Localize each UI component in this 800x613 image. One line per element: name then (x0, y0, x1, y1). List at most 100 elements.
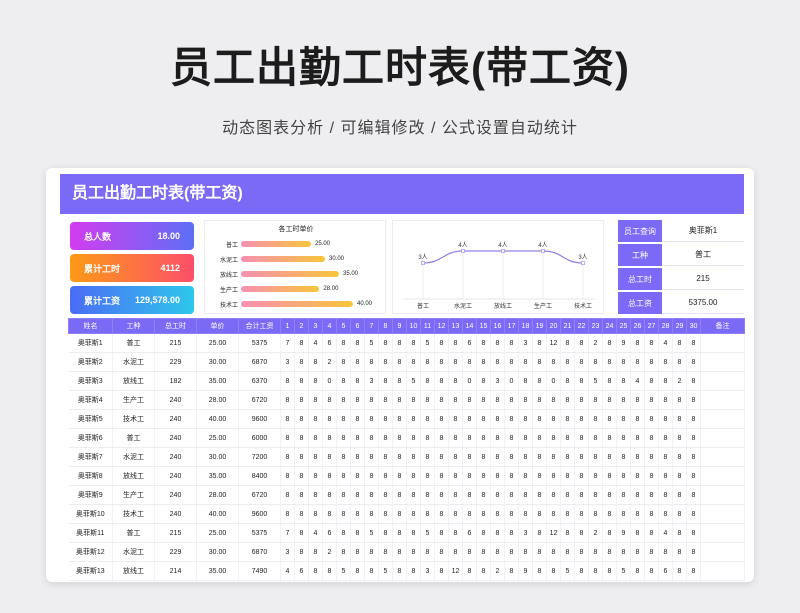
table-cell[interactable]: 8 (630, 504, 645, 524)
table-cell[interactable]: 8 (588, 390, 603, 410)
table-cell[interactable] (700, 333, 745, 353)
table-cell[interactable]: 8 (616, 428, 631, 448)
table-cell[interactable]: 8 (434, 447, 449, 467)
table-cell[interactable]: 8 (490, 409, 505, 429)
table-cell[interactable]: 8 (434, 485, 449, 505)
table-cell[interactable] (700, 371, 745, 391)
table-cell[interactable]: 3 (280, 542, 295, 562)
table-cell[interactable]: 8 (378, 390, 393, 410)
table-cell[interactable]: 8 (574, 447, 589, 467)
table-cell[interactable]: 8 (546, 409, 561, 429)
table-cell[interactable]: 8 (434, 504, 449, 524)
table-cell[interactable]: 5 (420, 333, 435, 353)
table-cell[interactable]: 4 (630, 371, 645, 391)
table-cell[interactable]: 8 (658, 542, 673, 562)
table-cell[interactable]: 8 (644, 390, 659, 410)
table-cell[interactable]: 8 (476, 504, 491, 524)
table-cell[interactable]: 8 (462, 390, 477, 410)
table-cell[interactable]: 8 (504, 542, 519, 562)
table-cell[interactable]: 普工 (112, 428, 155, 448)
table-cell[interactable]: 8 (336, 428, 351, 448)
table-cell[interactable]: 8 (658, 390, 673, 410)
table-cell[interactable]: 5 (364, 523, 379, 543)
table-cell[interactable]: 0 (322, 371, 337, 391)
table-cell[interactable]: 8 (672, 352, 687, 372)
table-cell[interactable]: 8 (616, 352, 631, 372)
table-cell[interactable]: 8 (686, 409, 701, 429)
table-cell[interactable]: 放线工 (112, 466, 155, 486)
table-cell[interactable]: 8 (462, 542, 477, 562)
table-cell[interactable]: 8 (280, 504, 295, 524)
table-cell[interactable]: 5375 (238, 523, 281, 543)
table-cell[interactable]: 8 (476, 333, 491, 353)
table-cell[interactable]: 8 (392, 390, 407, 410)
table-cell[interactable]: 8 (462, 485, 477, 505)
table-cell[interactable]: 8 (378, 466, 393, 486)
table-cell[interactable]: 8 (644, 523, 659, 543)
table-cell[interactable]: 8 (448, 504, 463, 524)
table-cell[interactable]: 6 (322, 523, 337, 543)
table-cell[interactable]: 8 (308, 447, 323, 467)
table-cell[interactable]: 6870 (238, 542, 281, 562)
table-cell[interactable]: 6 (322, 333, 337, 353)
table-cell[interactable]: 8 (644, 333, 659, 353)
table-cell[interactable]: 12 (546, 333, 561, 353)
table-cell[interactable]: 奥菲斯7 (68, 447, 113, 467)
table-cell[interactable]: 8 (490, 485, 505, 505)
table-cell[interactable]: 8 (378, 428, 393, 448)
table-cell[interactable]: 8 (434, 542, 449, 562)
table-cell[interactable]: 8 (518, 409, 533, 429)
table-cell[interactable]: 8 (602, 504, 617, 524)
table-cell[interactable]: 8 (602, 561, 617, 581)
table-cell[interactable]: 8 (434, 371, 449, 391)
table-cell[interactable]: 8 (588, 352, 603, 372)
table-cell[interactable]: 8 (532, 428, 547, 448)
table-cell[interactable]: 奥菲斯1 (68, 333, 113, 353)
table-cell[interactable]: 8 (588, 409, 603, 429)
table-cell[interactable]: 8 (336, 523, 351, 543)
table-cell[interactable]: 8 (532, 409, 547, 429)
table-cell[interactable]: 8 (532, 371, 547, 391)
table-cell[interactable]: 8 (322, 504, 337, 524)
table-cell[interactable]: 8 (392, 561, 407, 581)
table-cell[interactable]: 8 (448, 352, 463, 372)
table-cell[interactable]: 2 (322, 352, 337, 372)
table-cell[interactable]: 8 (686, 390, 701, 410)
table-cell[interactable] (700, 409, 745, 429)
table-cell[interactable]: 8 (406, 523, 421, 543)
table-cell[interactable]: 8 (350, 371, 365, 391)
table-cell[interactable]: 8 (574, 561, 589, 581)
table-cell[interactable]: 215 (154, 333, 197, 353)
table-cell[interactable]: 8 (672, 447, 687, 467)
table-cell[interactable]: 5 (336, 561, 351, 581)
table-cell[interactable]: 8 (280, 371, 295, 391)
table-cell[interactable]: 35.00 (196, 466, 239, 486)
table-cell[interactable]: 8 (308, 428, 323, 448)
table-cell[interactable]: 8 (686, 561, 701, 581)
table-cell[interactable]: 8 (672, 542, 687, 562)
table-cell[interactable]: 8 (322, 428, 337, 448)
table-cell[interactable]: 8 (476, 409, 491, 429)
table-cell[interactable]: 普工 (112, 523, 155, 543)
table-cell[interactable]: 8 (392, 371, 407, 391)
table-cell[interactable]: 8 (490, 333, 505, 353)
table-cell[interactable]: 8 (322, 390, 337, 410)
table-cell[interactable]: 8 (686, 428, 701, 448)
table-cell[interactable] (700, 561, 745, 581)
table-cell[interactable]: 8 (392, 409, 407, 429)
table-cell[interactable]: 8 (532, 542, 547, 562)
table-cell[interactable]: 8 (532, 466, 547, 486)
table-cell[interactable]: 8 (308, 485, 323, 505)
table-cell[interactable]: 8 (630, 409, 645, 429)
table-cell[interactable]: 水泥工 (112, 447, 155, 467)
table-cell[interactable]: 8 (364, 485, 379, 505)
table-cell[interactable]: 8 (336, 447, 351, 467)
table-cell[interactable]: 8 (630, 390, 645, 410)
table-cell[interactable]: 8 (462, 447, 477, 467)
table-cell[interactable]: 8 (504, 447, 519, 467)
table-cell[interactable]: 8 (686, 447, 701, 467)
table-cell[interactable]: 8 (294, 466, 309, 486)
table-cell[interactable]: 4 (280, 561, 295, 581)
table-cell[interactable]: 8 (602, 485, 617, 505)
table-cell[interactable] (700, 485, 745, 505)
